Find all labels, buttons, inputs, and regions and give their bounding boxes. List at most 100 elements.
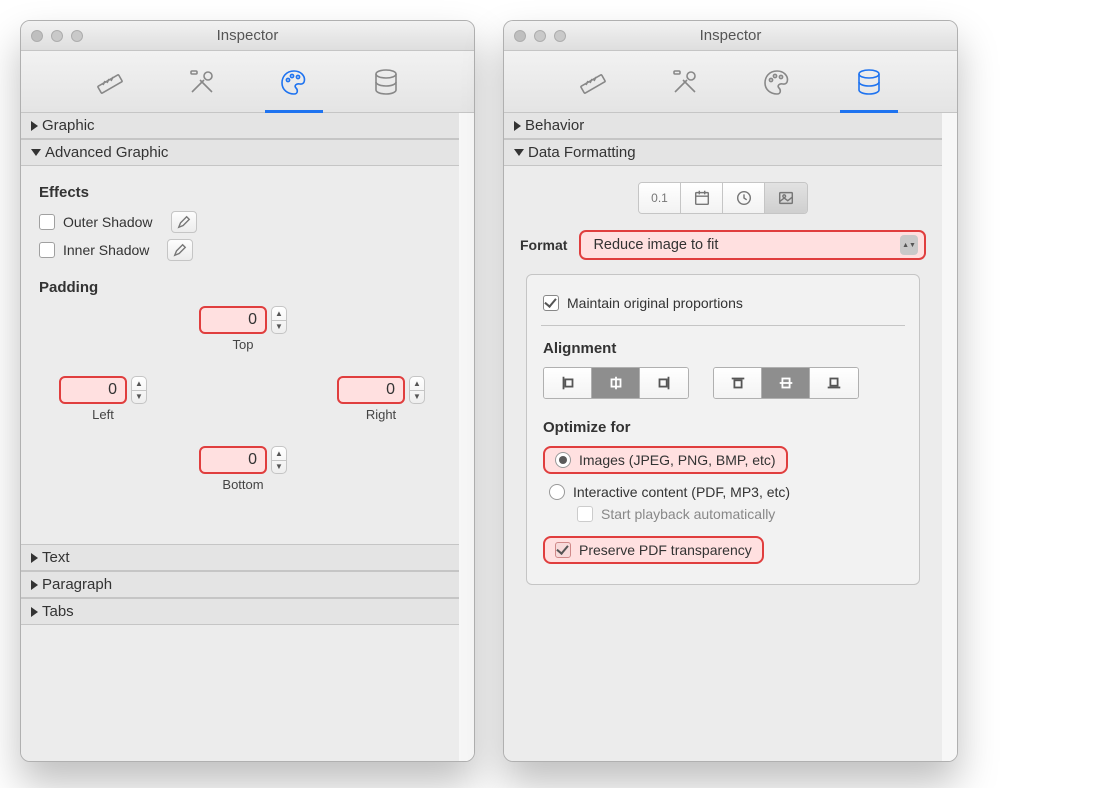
padding-left-field[interactable]: 0: [59, 376, 127, 404]
section-text[interactable]: Text: [21, 545, 459, 571]
preserve-pdf-checkbox[interactable]: [555, 542, 571, 558]
inspector-window-appearance: Inspector Graphic Advanced Graphic Effec…: [20, 20, 475, 762]
padding-bottom-stepper[interactable]: ▲▼: [271, 446, 287, 474]
align-top-icon: [729, 374, 747, 392]
format-label: Format: [520, 237, 567, 253]
h-align-left[interactable]: [544, 368, 592, 398]
tab-data[interactable]: [363, 59, 409, 105]
inspector-tab-bar: [21, 51, 474, 113]
tab-metrics[interactable]: [570, 59, 616, 105]
format-type-date[interactable]: [681, 183, 723, 213]
section-label: Data Formatting: [528, 144, 636, 161]
align-bottom-icon: [825, 374, 843, 392]
padding-right-field[interactable]: 0: [337, 376, 405, 404]
preserve-pdf-row: Preserve PDF transparency: [543, 536, 764, 564]
section-tabs[interactable]: Tabs: [21, 598, 459, 625]
section-label: Tabs: [42, 603, 74, 620]
database-icon: [853, 66, 885, 98]
format-popup-value: Reduce image to fit: [593, 237, 718, 253]
database-icon: [370, 66, 402, 98]
format-type-time[interactable]: [723, 183, 765, 213]
inspector-window-data: Inspector Behavior Data Formatting 0.1: [503, 20, 958, 762]
format-type-image[interactable]: [765, 183, 807, 213]
section-label: Advanced Graphic: [45, 144, 168, 161]
inner-shadow-edit-button[interactable]: [167, 239, 193, 261]
section-label: Text: [42, 549, 70, 566]
section-label: Behavior: [525, 117, 584, 134]
tab-appearance[interactable]: [271, 59, 317, 105]
padding-controls: 0 ▲▼ Top 0 ▲▼ Left 0: [39, 306, 441, 526]
padding-left-label: Left: [92, 407, 114, 422]
inspector-tab-bar: [504, 51, 957, 113]
palette-icon: [761, 66, 793, 98]
outer-shadow-edit-button[interactable]: [171, 211, 197, 233]
tab-appearance[interactable]: [754, 59, 800, 105]
effects-heading: Effects: [39, 184, 441, 201]
tab-metrics[interactable]: [87, 59, 133, 105]
calendar-icon: [693, 189, 711, 207]
divider: [541, 325, 905, 326]
align-v-center-icon: [777, 374, 795, 392]
optimize-interactive-radio[interactable]: [549, 484, 565, 500]
tools-icon: [186, 66, 218, 98]
inner-shadow-checkbox[interactable]: [39, 242, 55, 258]
tools-icon: [669, 66, 701, 98]
window-title: Inspector: [504, 27, 957, 44]
h-align-center[interactable]: [592, 368, 640, 398]
tab-tools[interactable]: [179, 59, 225, 105]
clock-icon: [735, 189, 753, 207]
h-align-right[interactable]: [640, 368, 688, 398]
alignment-heading: Alignment: [543, 340, 903, 357]
chevron-updown-icon: ▲▼: [900, 235, 918, 255]
window-title: Inspector: [21, 27, 474, 44]
align-right-icon: [655, 374, 673, 392]
padding-right-label: Right: [366, 407, 396, 422]
pencil-icon: [177, 215, 191, 229]
padding-left-stepper[interactable]: ▲▼: [131, 376, 147, 404]
outer-shadow-checkbox[interactable]: [39, 214, 55, 230]
section-behavior[interactable]: Behavior: [504, 113, 942, 139]
format-type-number[interactable]: 0.1: [639, 183, 681, 213]
format-type-segmented: 0.1: [638, 182, 808, 214]
titlebar[interactable]: Inspector: [21, 21, 474, 51]
tab-tools[interactable]: [662, 59, 708, 105]
align-left-icon: [559, 374, 577, 392]
optimize-interactive-label: Interactive content (PDF, MP3, etc): [573, 484, 790, 500]
section-label: Paragraph: [42, 576, 112, 593]
autoplay-checkbox: [577, 506, 593, 522]
palette-icon: [278, 66, 310, 98]
v-align-middle[interactable]: [762, 368, 810, 398]
v-align-top[interactable]: [714, 368, 762, 398]
ruler-icon: [577, 66, 609, 98]
padding-top-stepper[interactable]: ▲▼: [271, 306, 287, 334]
tab-data[interactable]: [846, 59, 892, 105]
section-label: Graphic: [42, 117, 95, 134]
titlebar[interactable]: Inspector: [504, 21, 957, 51]
padding-bottom-field[interactable]: 0: [199, 446, 267, 474]
optimize-images-radio[interactable]: [555, 452, 571, 468]
ruler-icon: [94, 66, 126, 98]
format-popup[interactable]: Reduce image to fit ▲▼: [579, 230, 926, 260]
padding-right-stepper[interactable]: ▲▼: [409, 376, 425, 404]
maintain-proportions-checkbox[interactable]: [543, 295, 559, 311]
section-data-formatting[interactable]: Data Formatting: [504, 139, 942, 166]
data-formatting-panel: 0.1 Format Reduce image to fit ▲▼: [504, 166, 942, 607]
optimize-images-label: Images (JPEG, PNG, BMP, etc): [579, 452, 776, 468]
autoplay-label: Start playback automatically: [601, 506, 775, 522]
pencil-icon: [173, 243, 187, 257]
outer-shadow-label: Outer Shadow: [63, 214, 153, 230]
section-graphic[interactable]: Graphic: [21, 113, 459, 139]
padding-top-field[interactable]: 0: [199, 306, 267, 334]
optimize-images-row: Images (JPEG, PNG, BMP, etc): [543, 446, 788, 474]
image-format-options: Maintain original proportions Alignment: [526, 274, 920, 585]
v-align-segmented: [713, 367, 859, 399]
padding-top-label: Top: [233, 337, 254, 352]
section-advanced-graphic[interactable]: Advanced Graphic: [21, 139, 459, 166]
maintain-proportions-label: Maintain original proportions: [567, 295, 743, 311]
v-align-bottom[interactable]: [810, 368, 858, 398]
h-align-segmented: [543, 367, 689, 399]
image-icon: [777, 189, 795, 207]
align-h-center-icon: [607, 374, 625, 392]
inner-shadow-label: Inner Shadow: [63, 242, 149, 258]
section-paragraph[interactable]: Paragraph: [21, 571, 459, 598]
